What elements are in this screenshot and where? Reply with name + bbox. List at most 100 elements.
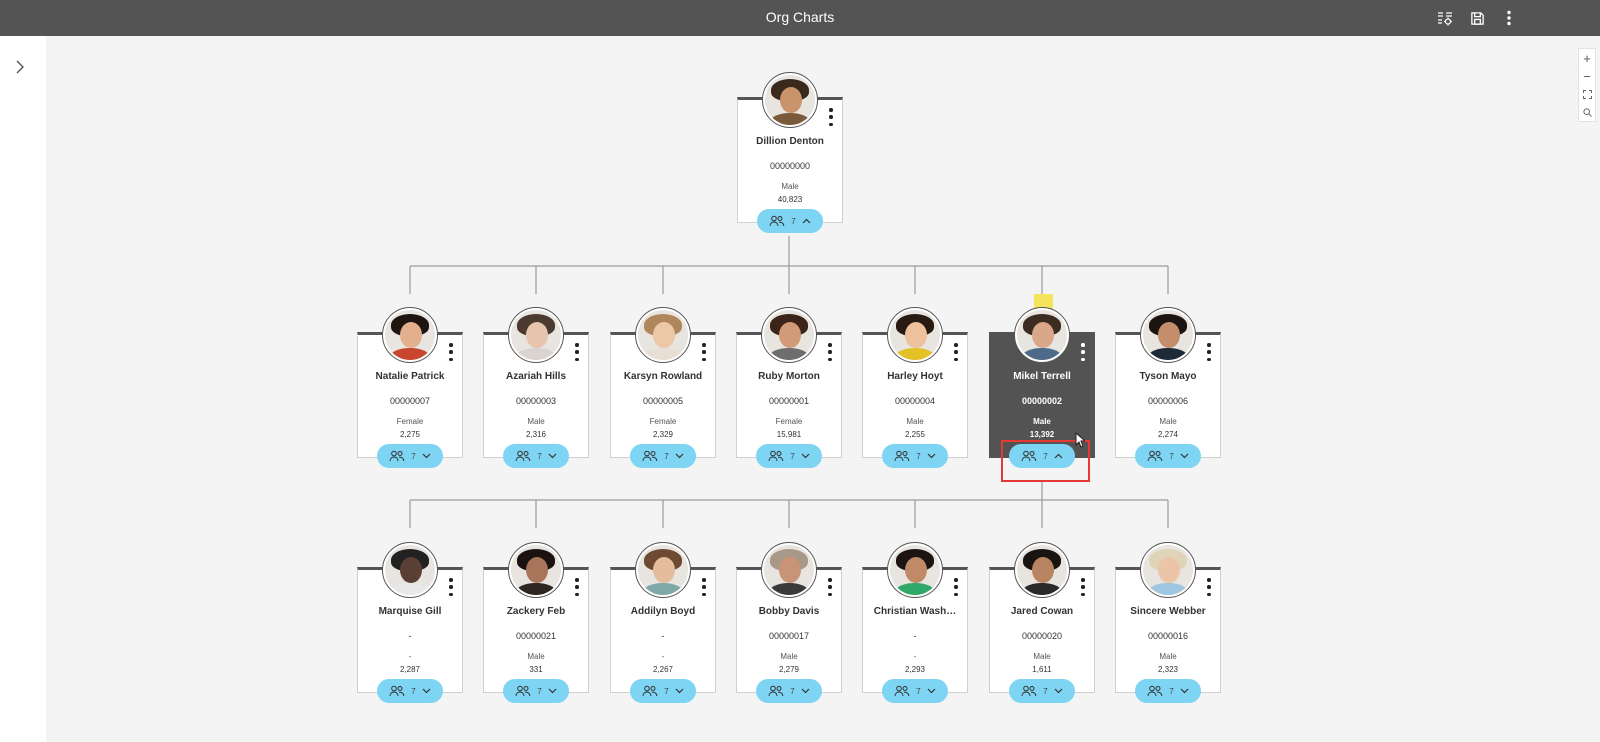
avatar [382,307,438,363]
zoom-out-button[interactable]: − [1579,67,1595,85]
chevron-up-icon [802,218,811,224]
node-value: 2,323 [1157,665,1179,674]
node-value: 2,275 [399,430,421,439]
people-icon [389,685,405,697]
node-employee-id: - [408,631,412,641]
save-button[interactable] [1466,7,1488,29]
node-employee-id: 00000017 [768,631,810,641]
people-icon [1147,685,1163,697]
child-count: 7 [664,686,669,696]
child-count: 7 [411,686,416,696]
node-more-button[interactable] [1205,343,1213,361]
expand-children-button[interactable]: 7 [503,444,569,468]
node-value: 2,287 [399,665,421,674]
node-gender: Male [780,652,798,661]
people-icon [894,450,910,462]
expand-children-button[interactable]: 7 [1135,679,1201,703]
node-gender: Female [775,417,803,426]
node-more-button[interactable] [1079,578,1087,596]
node-employee-id: - [661,631,665,641]
people-icon [642,450,658,462]
expand-children-button[interactable]: 7 [630,444,696,468]
node-value: 2,255 [904,430,926,439]
node-employee-id: - [913,631,917,641]
avatar [635,542,691,598]
node-name: Natalie Patrick [375,371,445,382]
side-panel [0,36,46,742]
avatar [1014,542,1070,598]
zoom-in-button[interactable]: + [1579,49,1595,67]
node-employee-id: 00000020 [1021,631,1063,641]
node-more-button[interactable] [700,343,708,361]
node-gender: Male [1033,417,1051,426]
search-button[interactable] [1579,103,1595,121]
node-name: Marquise Gill [378,606,442,617]
expand-children-button[interactable]: 7 [882,444,948,468]
chevron-down-icon [675,688,684,694]
zoom-controls: + − [1578,48,1596,122]
people-icon [389,450,405,462]
node-name: Jared Cowan [1010,606,1074,617]
avatar [761,307,817,363]
settings-list-button[interactable] [1434,7,1456,29]
people-icon [642,685,658,697]
expand-children-button[interactable]: 7 [882,679,948,703]
chevron-down-icon [1180,453,1189,459]
node-more-button[interactable] [952,343,960,361]
more-vertical-icon [1507,10,1511,26]
chevron-down-icon [927,453,936,459]
node-more-button[interactable] [447,343,455,361]
expand-children-button[interactable]: 7 [1135,444,1201,468]
node-gender: Male [1159,652,1177,661]
node-more-button[interactable] [1205,578,1213,596]
child-count: 7 [537,686,542,696]
chevron-down-icon [548,688,557,694]
collapse-children-button[interactable]: 7 [757,209,823,233]
node-more-button[interactable] [1079,343,1087,361]
node-name: Karsyn Rowland [623,371,703,382]
expand-children-button[interactable]: 7 [630,679,696,703]
node-value: 2,293 [904,665,926,674]
avatar [887,542,943,598]
expand-children-button[interactable]: 7 [377,444,443,468]
avatar [635,307,691,363]
more-options-button[interactable] [1498,7,1520,29]
people-icon [1021,685,1037,697]
avatar [1014,307,1070,363]
node-more-button[interactable] [700,578,708,596]
chevron-down-icon [927,688,936,694]
people-icon [1147,450,1163,462]
node-gender: - [913,652,917,661]
avatar [762,72,818,128]
node-value: 1,611 [1032,665,1052,674]
node-value: 331 [529,665,543,674]
node-employee-id: 00000004 [894,396,936,406]
expand-children-button[interactable]: 7 [1009,679,1075,703]
node-employee-id: 00000006 [1147,396,1189,406]
node-more-button[interactable] [573,343,581,361]
child-count: 7 [790,451,795,461]
node-more-button[interactable] [573,578,581,596]
node-more-button[interactable] [952,578,960,596]
child-count: 7 [790,686,795,696]
fit-screen-button[interactable] [1579,85,1595,103]
node-more-button[interactable] [826,578,834,596]
settings-list-icon [1438,12,1452,26]
node-name: Bobby Davis [758,606,820,617]
expand-children-button[interactable]: 7 [503,679,569,703]
expand-children-button[interactable]: 7 [756,444,822,468]
node-gender: Female [396,417,424,426]
node-gender: Male [1159,417,1177,426]
node-value: 15,981 [776,430,802,439]
node-more-button[interactable] [827,108,835,126]
node-value: 2,267 [652,665,674,674]
child-count: 7 [791,216,796,226]
expand-sidebar-button[interactable] [9,56,31,78]
node-value: 2,279 [778,665,800,674]
expand-children-button[interactable]: 7 [756,679,822,703]
expand-children-button[interactable]: 7 [377,679,443,703]
chevron-down-icon [801,688,810,694]
node-more-button[interactable] [826,343,834,361]
node-more-button[interactable] [447,578,455,596]
node-gender: - [661,652,665,661]
